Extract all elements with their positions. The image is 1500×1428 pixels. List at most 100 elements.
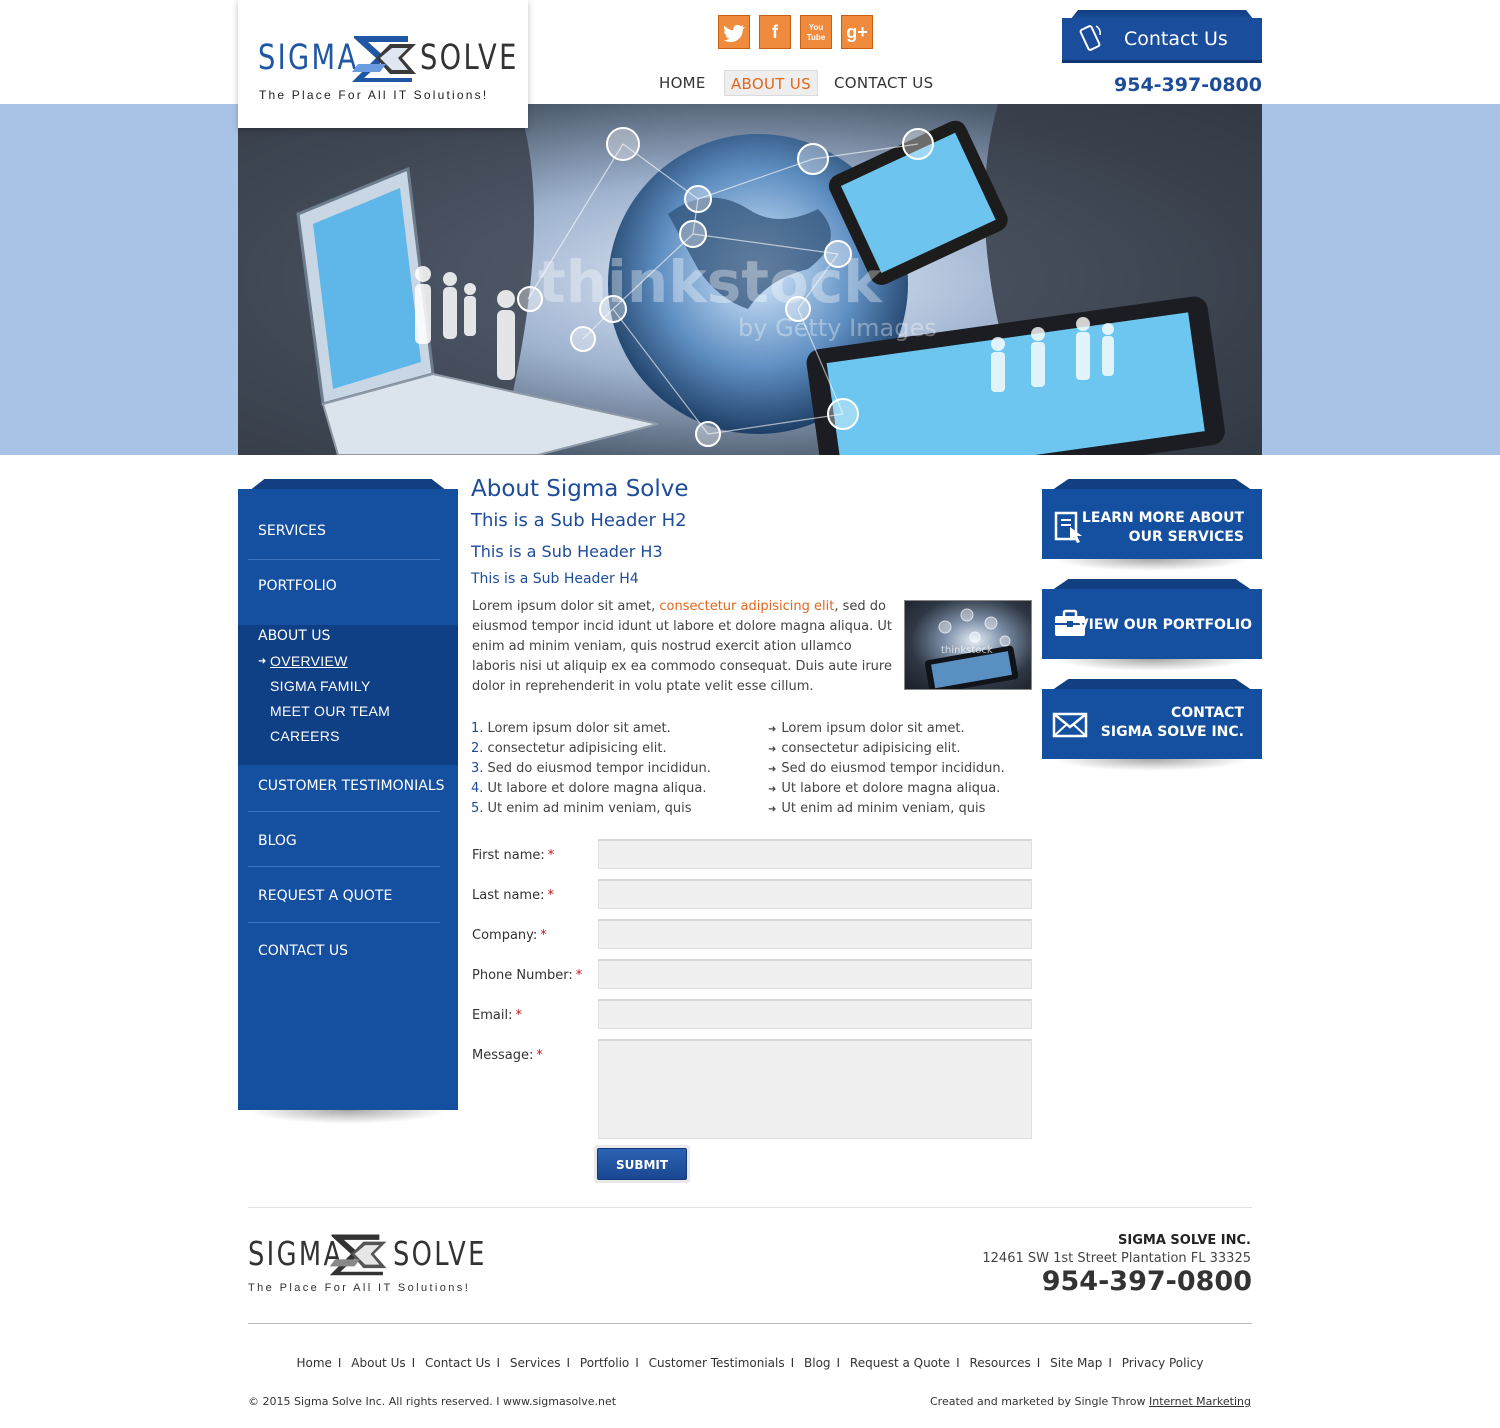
list-item-text: consectetur adipisicing elit. bbox=[781, 741, 961, 756]
footer-link-services[interactable]: Services bbox=[510, 1356, 561, 1370]
footer-link-contact-us[interactable]: Contact Us bbox=[425, 1356, 491, 1370]
sidebar-item-services[interactable]: SERVICES bbox=[258, 523, 440, 539]
logo[interactable]: SIGMA SOLVE The Place For All IT Solutio… bbox=[238, 0, 528, 128]
label-text: Message: bbox=[472, 1048, 534, 1063]
arrow-bullet-icon: ➜ bbox=[768, 764, 777, 775]
sidebar-divider bbox=[248, 922, 440, 923]
footer-link-site-map[interactable]: Site Map bbox=[1050, 1356, 1102, 1370]
credit-link[interactable]: Internet Marketing bbox=[1149, 1395, 1251, 1408]
sidebar-subitem-careers[interactable]: CAREERS bbox=[270, 728, 340, 744]
sidebar-subitem-sigma-family[interactable]: SIGMA FAMILY bbox=[270, 678, 371, 694]
bullet-list-item: ➜ Ut labore et dolore magna aliqua. bbox=[768, 781, 1000, 796]
last-name-field[interactable] bbox=[598, 879, 1032, 909]
email-field[interactable] bbox=[598, 999, 1032, 1029]
promo-line-1: LEARN MORE ABOUT bbox=[1081, 510, 1244, 526]
company-field[interactable] bbox=[598, 919, 1032, 949]
list-item-text: Lorem ipsum dolor sit amet. bbox=[487, 721, 671, 736]
list-item-text: Ut enim ad minim veniam, quis bbox=[487, 801, 692, 816]
youtube-icon[interactable]: You Tube bbox=[800, 15, 832, 49]
nav-home[interactable]: HOME bbox=[659, 70, 706, 96]
sidebar-item-contact-us[interactable]: CONTACT US bbox=[258, 943, 440, 959]
footer-link-resources[interactable]: Resources bbox=[970, 1356, 1031, 1370]
footer-divider-top bbox=[248, 1207, 1252, 1208]
hero-image: thinkstock by Getty Images bbox=[238, 104, 1262, 455]
facebook-glyph: f bbox=[772, 22, 778, 42]
list-number: 4. bbox=[471, 781, 484, 796]
footer-link-about-us[interactable]: About Us bbox=[351, 1356, 405, 1370]
promo-line-1: CONTACT bbox=[1170, 705, 1244, 721]
promo-contact-sigma-solve[interactable]: CONTACT SIGMA SOLVE INC. bbox=[1042, 679, 1262, 771]
footer-link-separator: I bbox=[411, 1356, 416, 1370]
contact-us-button[interactable]: Contact Us bbox=[1062, 10, 1262, 60]
required-mark: * bbox=[540, 928, 547, 943]
arrow-bullet-icon: ➜ bbox=[768, 724, 777, 735]
nav-about-us[interactable]: ABOUT US bbox=[724, 70, 818, 96]
twitter-bird-glyph bbox=[724, 24, 745, 43]
google-plus-glyph: g+ bbox=[846, 22, 868, 42]
footer-link-separator: I bbox=[635, 1356, 639, 1370]
hero-banner: thinkstock by Getty Images bbox=[0, 104, 1500, 455]
promo-text: CONTACT SIGMA SOLVE INC. bbox=[1101, 704, 1244, 742]
sidebar-divider bbox=[248, 866, 440, 867]
logo-word-solve: SOLVE bbox=[420, 38, 519, 78]
footer-logo-mark bbox=[329, 1234, 387, 1276]
sidebar-item-request-a-quote[interactable]: REQUEST A QUOTE bbox=[258, 888, 440, 904]
footer-link-customer-testimonials[interactable]: Customer Testimonials bbox=[649, 1356, 785, 1370]
list-item-text: Lorem ipsum dolor sit amet. bbox=[781, 721, 965, 736]
ordered-list-item: 3. Sed do eiusmod tempor incididun. bbox=[471, 761, 711, 776]
footer-link-privacy-policy[interactable]: Privacy Policy bbox=[1122, 1356, 1204, 1370]
ordered-list-item: 1. Lorem ipsum dolor sit amet. bbox=[471, 721, 671, 736]
label-text: Company: bbox=[472, 928, 538, 943]
facebook-icon[interactable]: f bbox=[759, 15, 791, 49]
footer-address: 12461 SW 1st Street Plantation FL 33325 bbox=[982, 1251, 1251, 1266]
nav-contact-us[interactable]: CONTACT US bbox=[834, 70, 933, 96]
list-number: 2. bbox=[471, 741, 484, 756]
footer-link-home[interactable]: Home bbox=[296, 1356, 331, 1370]
label-text: First name: bbox=[472, 848, 545, 863]
logo-sigma-mark bbox=[352, 36, 416, 82]
footer-link-portfolio[interactable]: Portfolio bbox=[580, 1356, 629, 1370]
promo-view-portfolio[interactable]: VIEW OUR PORTFOLIO bbox=[1042, 579, 1262, 671]
phone-number-field[interactable] bbox=[598, 959, 1032, 989]
promo-text: VIEW OUR PORTFOLIO bbox=[1077, 617, 1252, 633]
footer-divider bbox=[248, 1323, 1252, 1324]
phone-icon bbox=[1079, 25, 1101, 51]
hero-illustration: thinkstock by Getty Images bbox=[238, 104, 1262, 455]
submit-button[interactable]: SUBMIT bbox=[597, 1148, 687, 1180]
submit-button-frame: SUBMIT bbox=[594, 1145, 690, 1183]
list-item-text: Ut labore et dolore magna aliqua. bbox=[781, 781, 1001, 796]
google-plus-icon[interactable]: g+ bbox=[841, 15, 873, 49]
promo-line-2: OUR SERVICES bbox=[1128, 529, 1244, 545]
sidebar-nav: SERVICES PORTFOLIO ABOUT US ➜ OVERVIEW S… bbox=[238, 479, 458, 1124]
sub-arrow-icon: ➜ bbox=[258, 656, 267, 667]
sidebar-subitem-overview[interactable]: OVERVIEW bbox=[270, 653, 348, 669]
footer-link-blog[interactable]: Blog bbox=[804, 1356, 831, 1370]
message-field[interactable] bbox=[598, 1039, 1032, 1139]
promo-learn-more-services[interactable]: LEARN MORE ABOUT OUR SERVICES bbox=[1042, 479, 1262, 571]
footer-link-separator: I bbox=[1108, 1356, 1112, 1370]
list-item-text: Sed do eiusmod tempor incididun. bbox=[781, 761, 1005, 776]
sidebar-item-portfolio[interactable]: PORTFOLIO bbox=[258, 578, 440, 594]
required-mark: * bbox=[547, 848, 555, 863]
sidebar-active-section bbox=[238, 625, 458, 765]
sub-header-h3: This is a Sub Header H3 bbox=[471, 542, 663, 561]
sidebar-shadow bbox=[248, 1110, 448, 1124]
envelope-icon bbox=[1052, 712, 1088, 738]
youtube-glyph: You Tube bbox=[806, 23, 826, 42]
sidebar-item-customer-testimonials[interactable]: CUSTOMER TESTIMONIALS bbox=[258, 778, 445, 794]
required-mark: * bbox=[547, 888, 554, 903]
credit-text: Created and marketed by Single Throw bbox=[929, 1395, 1149, 1408]
footer-link-request-a-quote[interactable]: Request a Quote bbox=[850, 1356, 950, 1370]
footer-logo[interactable]: SIGMA SOLVE The Place For All IT Solutio… bbox=[248, 1228, 484, 1298]
sidebar-subitem-meet-our-team[interactable]: MEET OUR TEAM bbox=[270, 703, 390, 719]
first-name-field[interactable] bbox=[598, 839, 1032, 869]
sidebar-divider bbox=[248, 811, 440, 812]
bullet-list-item: ➜ consectetur adipisicing elit. bbox=[768, 741, 960, 756]
sidebar-item-about-us[interactable]: ABOUT US bbox=[258, 628, 440, 644]
bullet-list-item: ➜ Lorem ipsum dolor sit amet. bbox=[768, 721, 965, 736]
twitter-icon[interactable] bbox=[718, 15, 750, 49]
para-link[interactable]: consectetur adipisicing elit bbox=[659, 599, 834, 614]
label-text: Phone Number: bbox=[472, 968, 573, 983]
sidebar-panel: SERVICES PORTFOLIO ABOUT US ➜ OVERVIEW S… bbox=[238, 489, 458, 1110]
sidebar-item-blog[interactable]: BLOG bbox=[258, 833, 440, 849]
